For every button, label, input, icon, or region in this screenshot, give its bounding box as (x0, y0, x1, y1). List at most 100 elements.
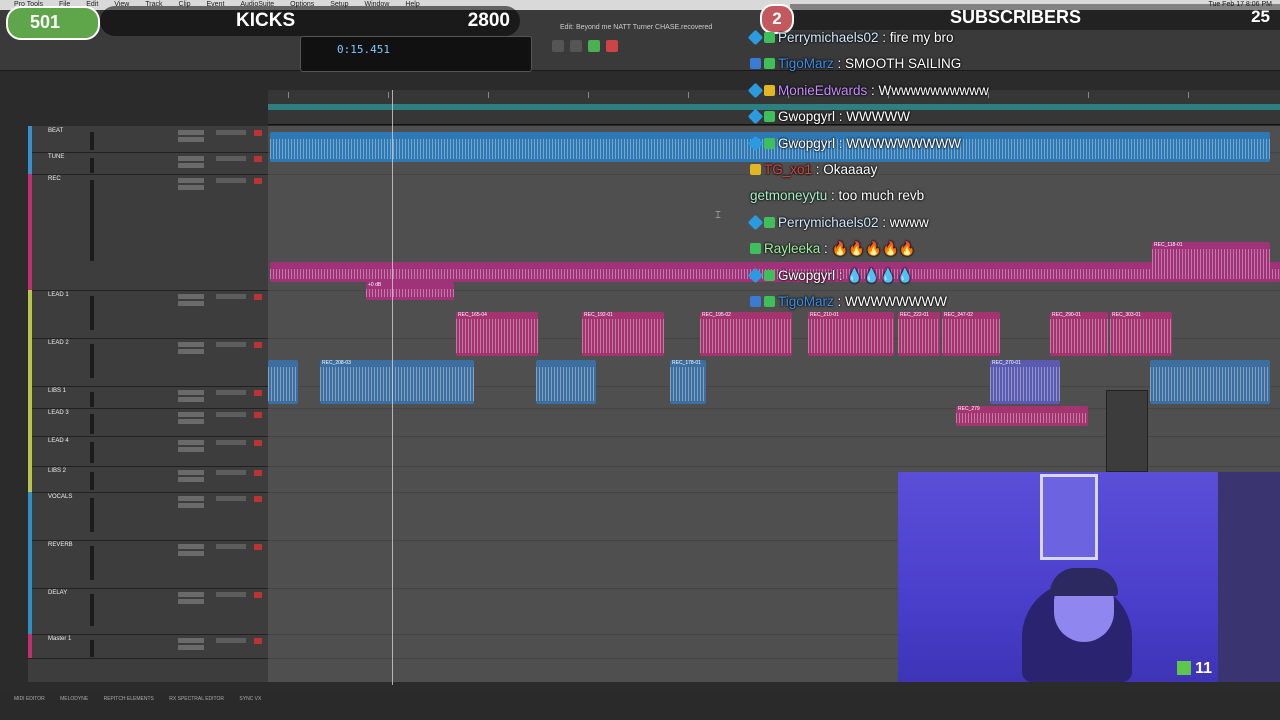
track-name[interactable]: VOCALS (48, 494, 72, 500)
record-enable-button[interactable] (254, 130, 262, 136)
send-slot[interactable] (216, 470, 246, 475)
record-enable-button[interactable] (254, 156, 262, 162)
insert-slot[interactable] (178, 301, 204, 306)
chat-username[interactable]: TG_xo1 (764, 162, 812, 177)
lead2-clip[interactable] (1150, 360, 1270, 404)
floating-mixer-strip[interactable] (1106, 390, 1148, 472)
send-slot[interactable] (216, 496, 246, 501)
track-header[interactable]: LIBS 2 (28, 466, 268, 493)
send-slot[interactable] (216, 178, 246, 183)
chat-username[interactable]: TigoMarz (778, 56, 834, 71)
track-header[interactable]: TUNE (28, 152, 268, 175)
send-slot[interactable] (216, 342, 246, 347)
record-enable-button[interactable] (254, 412, 262, 418)
record-enable-button[interactable] (254, 294, 262, 300)
track-name[interactable]: LEAD 2 (48, 340, 69, 346)
send-slot[interactable] (216, 294, 246, 299)
insert-slot[interactable] (178, 294, 204, 299)
track-name[interactable]: BEAT (48, 128, 63, 134)
track-header[interactable]: LEAD 1 (28, 290, 268, 339)
insert-slot[interactable] (178, 503, 204, 508)
track-name[interactable]: LEAD 4 (48, 438, 69, 444)
insert-slot[interactable] (178, 342, 204, 347)
lead2-clip[interactable] (536, 360, 596, 404)
track-name[interactable]: LEAD 1 (48, 292, 69, 298)
track-header[interactable]: LEAD 4 (28, 436, 268, 467)
send-slot[interactable] (216, 130, 246, 135)
insert-slot[interactable] (178, 645, 204, 650)
insert-slot[interactable] (178, 440, 204, 445)
insert-slot[interactable] (178, 544, 204, 549)
libs1-clip[interactable]: REC_279 (956, 406, 1088, 426)
chat-username[interactable]: Gwopgyrl (778, 109, 835, 124)
insert-slot[interactable] (178, 163, 204, 168)
insert-slot[interactable] (178, 137, 204, 142)
lead2-clip[interactable]: REC_208-03 (320, 360, 474, 404)
track-name[interactable]: Master 1 (48, 636, 71, 642)
record-enable-button[interactable] (254, 440, 262, 446)
lead2-clip[interactable] (268, 360, 298, 404)
send-slot[interactable] (216, 440, 246, 445)
stop-button[interactable] (570, 40, 582, 52)
footer-item[interactable]: MIDI EDITOR (14, 696, 45, 702)
record-enable-button[interactable] (254, 390, 262, 396)
insert-slot[interactable] (178, 412, 204, 417)
record-enable-button[interactable] (254, 638, 262, 644)
lead2-clip[interactable]: REC_270-01 (990, 360, 1060, 404)
insert-slot[interactable] (178, 447, 204, 452)
track-name[interactable]: DELAY (48, 590, 67, 596)
playhead-cursor[interactable] (392, 90, 393, 685)
track-header[interactable]: REVERB (28, 540, 268, 589)
send-slot[interactable] (216, 544, 246, 549)
lead1-clip[interactable]: REC_192-01 (582, 312, 664, 356)
track-header[interactable]: LEAD 3 (28, 408, 268, 437)
footer-item[interactable]: MELODYNE (60, 696, 88, 702)
track-name[interactable]: REVERB (48, 542, 73, 548)
footer-item[interactable]: RX SPECTRAL EDITOR (169, 696, 224, 702)
send-slot[interactable] (216, 156, 246, 161)
insert-slot[interactable] (178, 477, 204, 482)
chat-username[interactable]: Gwopgyrl (778, 136, 835, 151)
insert-slot[interactable] (178, 185, 204, 190)
lead2-clip[interactable]: REC_178-01 (670, 360, 706, 404)
chat-username[interactable]: Rayleeka (764, 241, 820, 256)
track-name[interactable]: REC (48, 176, 61, 182)
insert-slot[interactable] (178, 397, 204, 402)
play-button[interactable] (588, 40, 600, 52)
insert-slot[interactable] (178, 592, 204, 597)
record-enable-button[interactable] (254, 470, 262, 476)
send-slot[interactable] (216, 390, 246, 395)
chat-username[interactable]: Gwopgyrl (778, 268, 835, 283)
insert-slot[interactable] (178, 419, 204, 424)
track-header[interactable]: REC (28, 174, 268, 291)
record-enable-button[interactable] (254, 544, 262, 550)
chat-username[interactable]: MonieEdwards (778, 83, 867, 98)
insert-slot[interactable] (178, 349, 204, 354)
rec-clip[interactable]: +0 dB (366, 282, 454, 300)
send-slot[interactable] (216, 638, 246, 643)
insert-slot[interactable] (178, 599, 204, 604)
insert-slot[interactable] (178, 130, 204, 135)
rewind-button[interactable] (552, 40, 564, 52)
insert-slot[interactable] (178, 156, 204, 161)
main-counter[interactable]: 0:15.451 (300, 36, 532, 72)
send-slot[interactable] (216, 592, 246, 597)
footer-item[interactable]: SYNC VX (239, 696, 261, 702)
insert-slot[interactable] (178, 551, 204, 556)
track-header[interactable]: LEAD 2 (28, 338, 268, 387)
insert-slot[interactable] (178, 638, 204, 643)
record-enable-button[interactable] (254, 496, 262, 502)
send-slot[interactable] (216, 412, 246, 417)
insert-slot[interactable] (178, 470, 204, 475)
insert-slot[interactable] (178, 496, 204, 501)
track-name[interactable]: LIBS 2 (48, 468, 66, 474)
track-name[interactable]: TUNE (48, 154, 64, 160)
record-enable-button[interactable] (254, 342, 262, 348)
record-button[interactable] (606, 40, 618, 52)
chat-username[interactable]: Perrymichaels02 (778, 215, 879, 230)
chat-username[interactable]: getmoneyytu (750, 188, 827, 203)
record-enable-button[interactable] (254, 178, 262, 184)
track-header[interactable]: BEAT (28, 126, 268, 153)
track-header[interactable]: DELAY (28, 588, 268, 635)
track-header[interactable]: LIBS 1 (28, 386, 268, 409)
